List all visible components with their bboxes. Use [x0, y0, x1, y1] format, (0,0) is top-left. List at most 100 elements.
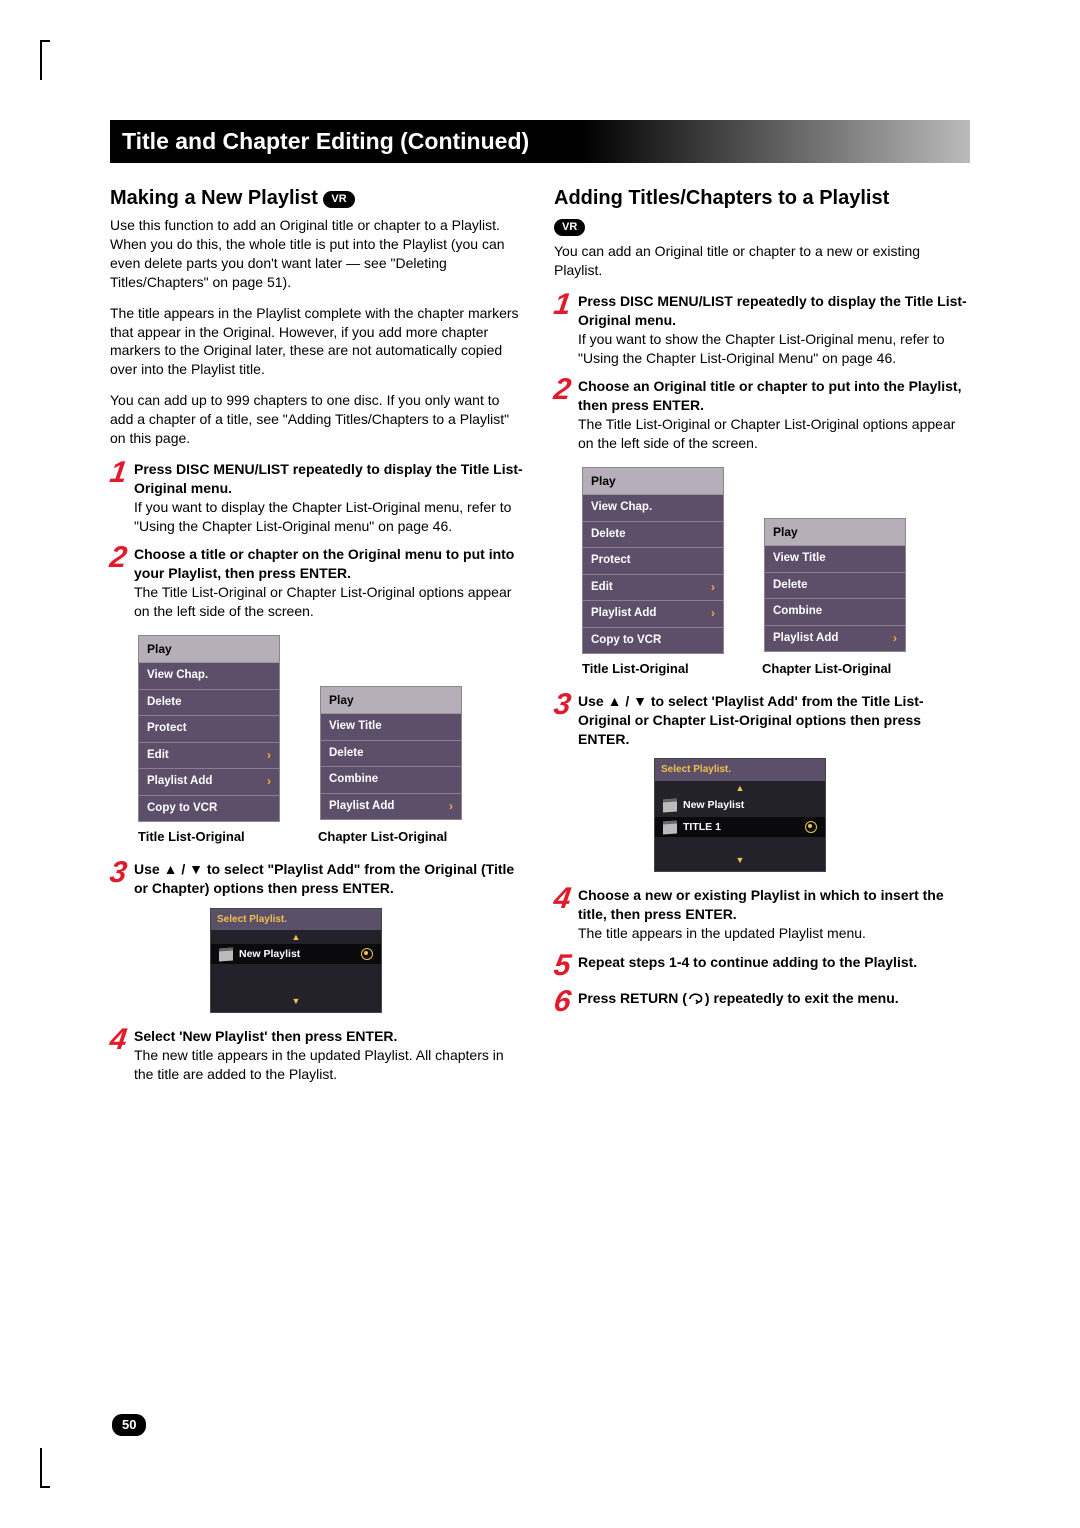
left-step-4: 4 Select 'New Playlist' then press ENTER… [110, 1027, 526, 1084]
popup-title: Select Playlist. [211, 909, 381, 931]
popup-row-label: New Playlist [239, 947, 300, 961]
menu-row: View Chap. [583, 495, 723, 522]
select-playlist-popup-right: Select Playlist. ▲ New Playlist TITLE 1 … [654, 758, 826, 872]
clapboard-icon [663, 798, 677, 812]
menu-row: View Title [765, 546, 905, 573]
right-step-2: 2 Choose an Original title or chapter to… [554, 377, 970, 453]
right-heading: Adding Titles/Chapters to a Playlist [554, 185, 970, 212]
step-number-icon: 5 [552, 953, 578, 979]
caption-title-list: Title List-Original [138, 828, 278, 846]
right-step-1: 1 Press DISC MENU/LIST repeatedly to dis… [554, 292, 970, 368]
popup-row-new-playlist: New Playlist [211, 944, 381, 964]
menu-header: Play [583, 468, 723, 495]
menu-row: View Chap. [139, 663, 279, 690]
menu-row: Protect [139, 716, 279, 743]
triangle-down-icon: ▼ [655, 855, 825, 865]
popup-title: Select Playlist. [655, 759, 825, 781]
right-step-4: 4 Choose a new or existing Playlist in w… [554, 886, 970, 943]
menu-row: Delete [765, 573, 905, 600]
right-step2-bold: Choose an Original title or chapter to p… [578, 378, 961, 413]
step-number-icon: 1 [552, 292, 578, 318]
right-step3-bold: Use ▲ / ▼ to select 'Playlist Add' from … [578, 693, 924, 747]
menu-header: Play [139, 636, 279, 663]
target-dot-icon [805, 821, 817, 833]
crop-mark-bl [40, 1448, 60, 1488]
menu-row: Combine [765, 599, 905, 626]
vr-badge: VR [554, 219, 585, 236]
step-number-icon: 2 [552, 377, 578, 403]
chevron-right-icon: › [267, 773, 271, 789]
right-step6b: ) repeatedly to exit the menu. [705, 990, 899, 1006]
popup-row-new-playlist: New Playlist [655, 795, 825, 815]
step-number-icon: 3 [108, 860, 134, 886]
vr-badge: VR [323, 191, 354, 208]
right-step6a: Press RETURN ( [578, 990, 687, 1006]
left-step-2: 2 Choose a title or chapter on the Origi… [110, 545, 526, 621]
triangle-up-icon: ▲ [655, 783, 825, 793]
right-column: Adding Titles/Chapters to a Playlist VR … [554, 185, 970, 1094]
crop-mark-tl [40, 40, 60, 80]
menu-row: Combine [321, 767, 461, 794]
menu-header: Play [765, 519, 905, 546]
target-dot-icon [361, 948, 373, 960]
step-number-icon: 1 [108, 460, 134, 486]
menu-row: Delete [583, 522, 723, 549]
left-step1-bold: Press DISC MENU/LIST repeatedly to displ… [134, 461, 523, 496]
step-number-icon: 6 [552, 989, 578, 1015]
left-step4-rest: The new title appears in the updated Pla… [134, 1047, 504, 1082]
left-step-3: 3 Use ▲ / ▼ to select "Playlist Add" fro… [110, 860, 526, 898]
right-step2-rest: The Title List-Original or Chapter List-… [578, 416, 955, 451]
popup-row-title1: TITLE 1 [655, 817, 825, 837]
right-step4-rest: The title appears in the updated Playlis… [578, 925, 866, 941]
menu-row-label: Playlist Add [591, 607, 656, 619]
page-number-badge: 50 [112, 1414, 146, 1436]
clapboard-icon [219, 947, 233, 961]
left-menu-captions: Title List-Original Chapter List-Origina… [138, 828, 526, 846]
chapter-list-menu: Play View Title Delete Combine Playlist … [320, 686, 462, 820]
menu-row: Playlist Add › [583, 601, 723, 628]
title-list-menu: Play View Chap. Delete Protect Edit › Pla… [138, 635, 280, 822]
menu-row: Playlist Add › [139, 769, 279, 796]
step-number-icon: 3 [552, 692, 578, 718]
clapboard-icon [663, 820, 677, 834]
triangle-down-icon: ▼ [211, 996, 381, 1006]
triangle-up-icon: ▲ [211, 932, 381, 942]
popup-row-label: TITLE 1 [683, 820, 721, 834]
select-playlist-popup-left: Select Playlist. ▲ New Playlist ▼ [210, 908, 382, 1014]
chevron-right-icon: › [893, 630, 897, 646]
chevron-right-icon: › [267, 747, 271, 763]
left-step3-bold: Use ▲ / ▼ to select "Playlist Add" from … [134, 861, 514, 896]
left-intro-2: The title appears in the Playlist comple… [110, 304, 526, 380]
menu-row: Copy to VCR [139, 796, 279, 822]
menu-row: View Title [321, 714, 461, 741]
caption-chapter-list: Chapter List-Original [318, 828, 458, 846]
right-step5-bold: Repeat steps 1-4 to continue adding to t… [578, 954, 917, 970]
caption-title-list: Title List-Original [582, 660, 722, 678]
left-heading: Making a New Playlist VR [110, 185, 526, 212]
chapter-list-menu: Play View Title Delete Combine Playlist … [764, 518, 906, 652]
right-intro: You can add an Original title or chapter… [554, 242, 970, 280]
menu-row-label: Playlist Add [773, 632, 838, 644]
menu-row: Delete [139, 690, 279, 717]
chevron-right-icon: › [711, 605, 715, 621]
right-step-6: 6 Press RETURN ( ) repeatedly to exit the… [554, 989, 970, 1015]
step-number-icon: 4 [552, 886, 578, 912]
menu-row: Copy to VCR [583, 628, 723, 654]
menu-row: Playlist Add › [765, 626, 905, 652]
menu-row: Protect [583, 548, 723, 575]
popup-row-label: New Playlist [683, 798, 744, 812]
menu-row-label: Edit [147, 749, 169, 761]
menu-row: Delete [321, 741, 461, 768]
left-column: Making a New Playlist VR Use this functi… [110, 185, 526, 1094]
right-step1-bold: Press DISC MENU/LIST repeatedly to displ… [578, 293, 967, 328]
menu-row-label: Edit [591, 581, 613, 593]
chevron-right-icon: › [711, 579, 715, 595]
right-step4-bold: Choose a new or existing Playlist in whi… [578, 887, 944, 922]
menu-row: Edit › [583, 575, 723, 602]
right-step-5: 5 Repeat steps 1-4 to continue adding to… [554, 953, 970, 979]
menu-row-label: Playlist Add [147, 775, 212, 787]
left-intro-1: Use this function to add an Original tit… [110, 216, 526, 292]
right-menu-pair: Play View Chap. Delete Protect Edit › Pla… [582, 467, 970, 654]
caption-chapter-list: Chapter List-Original [762, 660, 902, 678]
left-menu-pair: Play View Chap. Delete Protect Edit › Pla… [138, 635, 526, 822]
